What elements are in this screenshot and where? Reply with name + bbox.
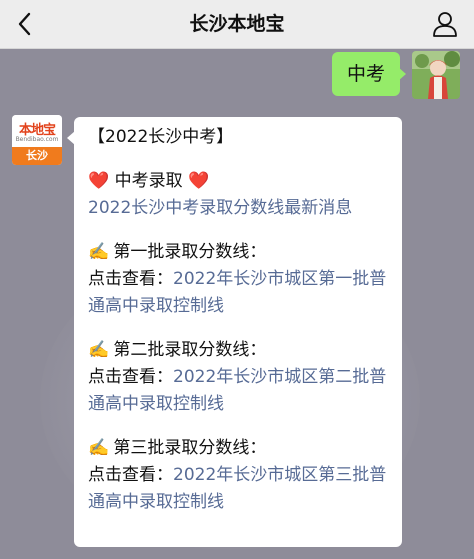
user-icon	[433, 12, 457, 37]
avatar-image	[412, 51, 460, 99]
heart-icon: ❤️	[88, 171, 110, 191]
heart-icon: ❤️	[187, 171, 210, 191]
top-nav-bar: 长沙本地宝	[0, 0, 474, 49]
user-avatar[interactable]	[412, 51, 460, 99]
batch-2-title: 第二批录取分数线：	[113, 340, 267, 360]
logo-domain-text: Bendibao.com	[15, 136, 59, 143]
writing-hand-icon: ✍️	[88, 242, 110, 262]
batch-2-title-line: ✍️ 第二批录取分数线：	[88, 337, 388, 364]
batch-2-link-line: 点击查看：2022年长沙市城区第二批普通高中录取控制线	[88, 364, 388, 418]
batch-1-link-line: 点击查看：2022年长沙市城区第一批普通高中录取控制线	[88, 266, 388, 320]
sent-bubble-tail	[398, 67, 406, 81]
page-title: 长沙本地宝	[189, 13, 285, 35]
batch-1-prefix: 点击查看：	[88, 269, 173, 289]
official-account-avatar[interactable]: 本地宝 Bendibao.com 长沙	[12, 115, 62, 165]
batch-3-title: 第三批录取分数线：	[113, 438, 267, 458]
admission-news-link[interactable]: 2022长沙中考录取分数线最新消息	[88, 195, 388, 222]
admission-title: 中考录取	[114, 171, 183, 191]
admission-title-line: ❤️ 中考录取 ❤️	[88, 168, 388, 195]
logo-city-text: 长沙	[12, 147, 62, 165]
batch-3-link-line: 点击查看：2022年长沙市城区第三批普通高中录取控制线	[88, 462, 388, 516]
batch-3-title-line: ✍️ 第三批录取分数线：	[88, 435, 388, 462]
sent-message-bubble[interactable]: 中考	[332, 52, 400, 96]
profile-button[interactable]	[432, 11, 458, 37]
batch-1-title: 第一批录取分数线：	[113, 242, 267, 262]
batch-1-title-line: ✍️ 第一批录取分数线：	[88, 239, 388, 266]
batch-2-prefix: 点击查看：	[88, 367, 173, 387]
reply-message-content: 【2022长沙中考】 ❤️ 中考录取 ❤️ 2022长沙中考录取分数线最新消息 …	[88, 124, 388, 516]
writing-hand-icon: ✍️	[88, 340, 110, 360]
writing-hand-icon: ✍️	[88, 438, 110, 458]
reply-heading: 【2022长沙中考】	[88, 127, 234, 147]
batch-3-prefix: 点击查看：	[88, 465, 173, 485]
